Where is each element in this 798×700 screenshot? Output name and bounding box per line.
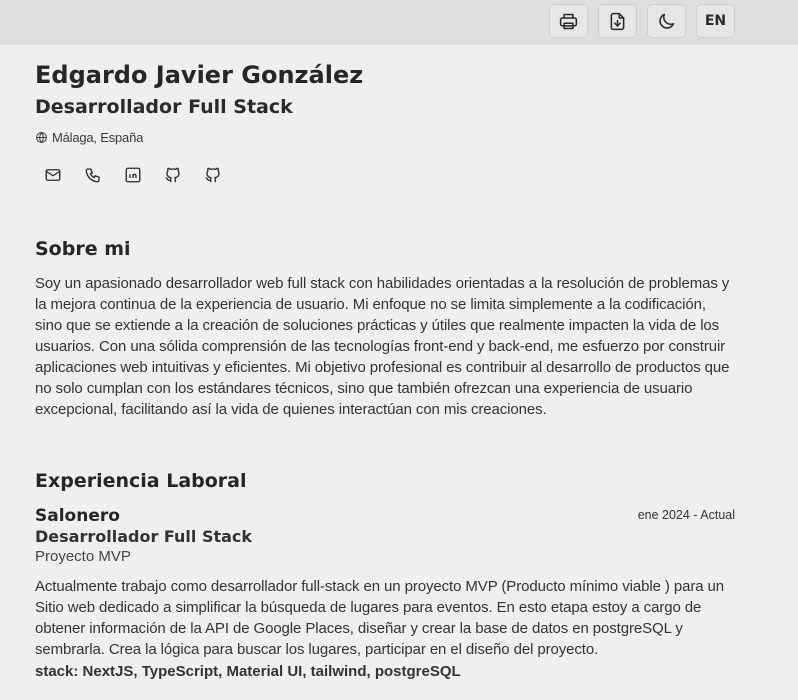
linkedin-icon	[125, 167, 141, 183]
email-link[interactable]	[41, 163, 65, 187]
job-description: Actualmente trabajo como desarrollador f…	[35, 578, 725, 658]
printer-icon	[559, 13, 578, 29]
mail-icon	[45, 169, 61, 181]
job-position: Desarrollador Full Stack	[35, 527, 253, 546]
github-icon	[165, 167, 180, 183]
job-project: Proyecto MVP	[35, 548, 131, 565]
download-file-icon	[610, 12, 625, 30]
language-button[interactable]: EN	[696, 4, 735, 38]
experience-section-title: Experiencia Laboral	[35, 470, 247, 492]
resume-content: Edgardo Javier González Desarrollador Fu…	[35, 58, 735, 680]
phone-link[interactable]	[81, 163, 105, 187]
globe-icon	[36, 131, 47, 144]
moon-icon	[659, 13, 675, 29]
linkedin-link[interactable]	[121, 163, 145, 187]
experience-item: Salonero ene 2024 - Actual Desarrollador…	[35, 506, 735, 680]
github-link[interactable]	[161, 163, 185, 187]
location: Málaga, España	[35, 130, 735, 145]
print-button[interactable]	[549, 4, 588, 38]
github-link-secondary[interactable]	[201, 163, 225, 187]
toolbar: EN	[549, 4, 735, 38]
location-text: Málaga, España	[52, 130, 144, 145]
job-stack: stack: NextJS, TypeScript, Material UI, …	[35, 663, 461, 680]
github-icon	[205, 167, 220, 183]
person-name: Edgardo Javier González	[35, 61, 364, 89]
job-period: ene 2024 - Actual	[637, 508, 735, 522]
company-name: Salonero	[35, 506, 120, 526]
download-pdf-button[interactable]	[598, 4, 637, 38]
dark-mode-toggle[interactable]	[647, 4, 686, 38]
about-text: Soy un apasionado desarrollador web full…	[35, 275, 730, 418]
contact-links	[41, 163, 735, 187]
about-section-title: Sobre mi	[35, 238, 131, 260]
phone-icon	[85, 168, 100, 183]
top-bar: EN	[0, 0, 798, 45]
job-title: Desarrollador Full Stack	[35, 96, 293, 118]
